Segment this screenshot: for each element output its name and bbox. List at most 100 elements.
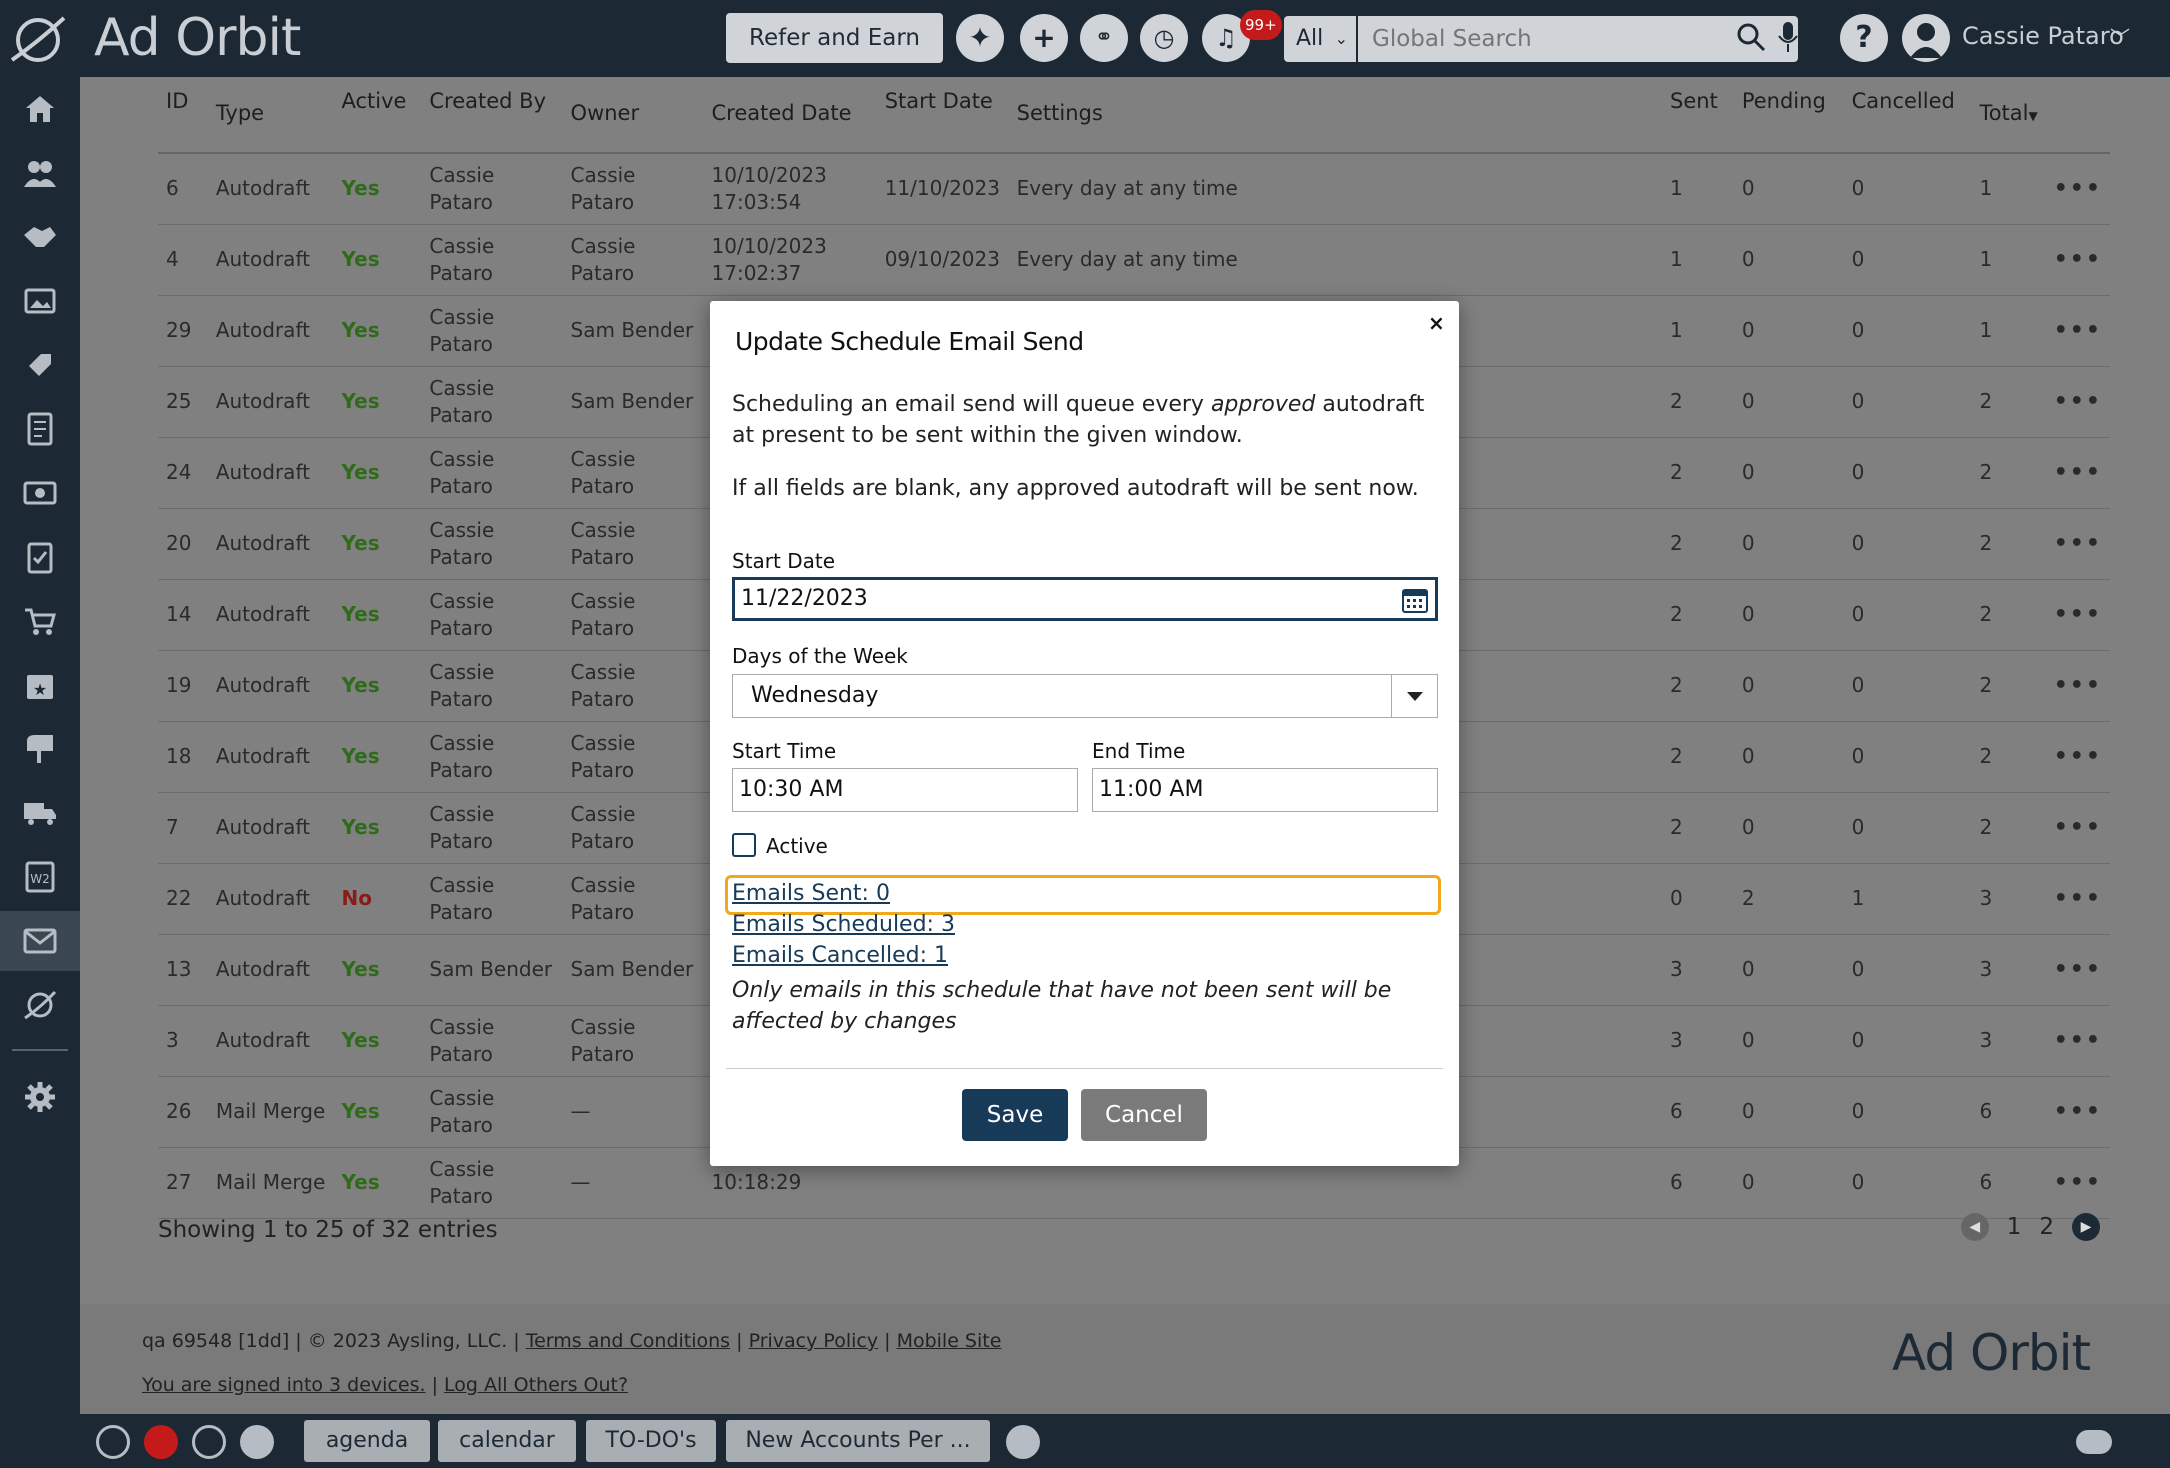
sidebar-email[interactable] <box>0 911 80 971</box>
next-page-icon[interactable]: ▶ <box>2072 1213 2100 1241</box>
global-search-input[interactable] <box>1358 16 1798 62</box>
row-actions-icon[interactable]: ••• <box>2045 721 2110 793</box>
col-total[interactable]: Total▼ <box>1971 77 2046 154</box>
start-date-label: Start Date <box>732 549 836 573</box>
brand-logo[interactable]: Ad Orbit <box>94 8 301 68</box>
active-checkbox[interactable] <box>732 833 756 857</box>
sidebar-delivery[interactable] <box>0 783 80 843</box>
col-cancelled[interactable]: Cancelled <box>1843 77 1972 154</box>
chat-icon[interactable] <box>192 1425 226 1459</box>
user-avatar[interactable] <box>1902 14 1950 62</box>
cell-active: Yes <box>333 579 422 651</box>
row-actions-icon[interactable]: ••• <box>2045 366 2110 438</box>
cell-cancelled: 0 <box>1843 224 1972 296</box>
emails-sent-link[interactable]: Emails Sent: 0 <box>732 881 890 906</box>
sidebar-events[interactable]: ★ <box>0 655 80 715</box>
page-2[interactable]: 2 <box>2039 1214 2054 1240</box>
mic-icon[interactable] <box>1776 20 1800 54</box>
sidebar-home[interactable] <box>0 79 80 139</box>
refer-and-earn-button[interactable]: Refer and Earn <box>726 13 943 63</box>
chevron-down-icon[interactable] <box>1391 675 1437 717</box>
col-sent[interactable]: Sent <box>1661 77 1734 154</box>
sidebar-tags[interactable] <box>0 335 80 395</box>
privacy-link[interactable]: Privacy Policy <box>749 1330 878 1352</box>
cell-owner: Sam Bender <box>562 934 704 1006</box>
cancel-button[interactable]: Cancel <box>1081 1089 1207 1141</box>
pencil-icon[interactable] <box>1006 1425 1040 1459</box>
col-start-date[interactable]: Start Date <box>876 77 1009 154</box>
sidebar-settings[interactable] <box>0 1067 80 1127</box>
user-name[interactable]: Cassie Pataro <box>1962 22 2124 50</box>
slack-icon[interactable] <box>240 1425 274 1459</box>
table-row[interactable]: 4 Autodraft Yes Cassie Pataro Cassie Pataro 1… <box>158 224 2110 296</box>
col-created-by[interactable]: Created By <box>421 77 563 154</box>
party-icon[interactable]: ✦ <box>956 14 1004 62</box>
sidebar-deals[interactable] <box>0 207 80 267</box>
row-actions-icon[interactable]: ••• <box>2045 792 2110 864</box>
toggle-icon[interactable] <box>2076 1430 2112 1454</box>
sidebar-payments[interactable] <box>0 463 80 523</box>
taskbar-tab-agenda[interactable]: agenda <box>304 1420 430 1462</box>
col-pending[interactable]: Pending <box>1733 77 1844 154</box>
history-icon[interactable]: ◷ <box>1140 14 1188 62</box>
cell-created-by: Cassie Pataro <box>421 508 563 580</box>
end-time-input[interactable]: 11:00 AM <box>1092 768 1438 812</box>
clock-icon[interactable] <box>96 1425 130 1459</box>
signed-in-devices-link[interactable]: You are signed into 3 devices. <box>142 1374 426 1396</box>
help-icon[interactable]: ? <box>1840 14 1888 62</box>
row-actions-icon[interactable]: ••• <box>2045 295 2110 367</box>
link-icon[interactable]: ⚭ <box>1080 14 1128 62</box>
row-actions-icon[interactable]: ••• <box>2045 863 2110 935</box>
emails-scheduled-link[interactable]: Emails Scheduled: 3 <box>732 912 955 937</box>
plus-icon[interactable]: + <box>1020 14 1068 62</box>
orbit-logo-icon[interactable] <box>8 12 68 68</box>
w2-icon: W2 <box>25 861 55 893</box>
taskbar-tab-calendar[interactable]: calendar <box>438 1420 576 1462</box>
col-owner[interactable]: Owner <box>562 77 704 154</box>
page-1[interactable]: 1 <box>2007 1214 2022 1240</box>
row-actions-icon[interactable]: ••• <box>2045 579 2110 651</box>
close-icon[interactable]: × <box>1428 311 1445 335</box>
col-type[interactable]: Type <box>207 77 334 154</box>
row-actions-icon[interactable]: ••• <box>2045 508 2110 580</box>
emails-cancelled-link[interactable]: Emails Cancelled: 1 <box>732 943 948 968</box>
start-time-input[interactable]: 10:30 AM <box>732 768 1078 812</box>
search-icon[interactable] <box>1736 22 1766 52</box>
sidebar-orbit[interactable] <box>0 975 80 1035</box>
days-of-week-select[interactable]: Wednesday <box>732 674 1438 718</box>
row-actions-icon[interactable]: ••• <box>2045 1076 2110 1148</box>
table-row[interactable]: 6 Autodraft Yes Cassie Pataro Cassie Pataro 1… <box>158 153 2110 225</box>
row-actions-icon[interactable]: ••• <box>2045 224 2110 296</box>
sidebar-contacts[interactable] <box>0 143 80 203</box>
row-actions-icon[interactable]: ••• <box>2045 437 2110 509</box>
mobile-site-link[interactable]: Mobile Site <box>897 1330 1002 1352</box>
row-actions-icon[interactable]: ••• <box>2045 1005 2110 1077</box>
log-others-out-link[interactable]: Log All Others Out? <box>444 1374 628 1396</box>
col-id[interactable]: ID <box>158 77 208 154</box>
sidebar-media[interactable] <box>0 271 80 331</box>
col-settings[interactable]: Settings <box>1008 77 1662 154</box>
sidebar-invoices[interactable] <box>0 399 80 459</box>
row-actions-icon[interactable]: ••• <box>2045 934 2110 1006</box>
user-menu-chevron-icon[interactable]: ﹀ <box>2110 22 2130 51</box>
sidebar-w2[interactable]: W2 <box>0 847 80 907</box>
email-alert-icon[interactable] <box>144 1425 178 1459</box>
calendar-icon[interactable] <box>1401 586 1429 614</box>
taskbar-tab-new-accounts[interactable]: New Accounts Per ... <box>726 1420 990 1462</box>
cell-owner: Cassie Pataro <box>562 650 704 722</box>
taskbar-tab-todos[interactable]: TO-DO's <box>586 1420 716 1462</box>
prev-page-icon[interactable]: ◀ <box>1960 1213 1989 1241</box>
search-scope-select[interactable]: All ⌄ <box>1284 16 1356 62</box>
sidebar-tasks[interactable] <box>0 527 80 587</box>
row-actions-icon[interactable]: ••• <box>2045 153 2110 225</box>
col-active[interactable]: Active <box>333 77 422 154</box>
col-created-date[interactable]: Created Date <box>703 77 877 154</box>
start-date-input[interactable]: 11/22/2023 <box>732 577 1438 621</box>
row-actions-icon[interactable]: ••• <box>2045 1147 2110 1219</box>
terms-link[interactable]: Terms and Conditions <box>526 1330 730 1352</box>
cell-id: 29 <box>158 295 208 367</box>
row-actions-icon[interactable]: ••• <box>2045 650 2110 722</box>
sidebar-mailbox[interactable] <box>0 719 80 779</box>
save-button[interactable]: Save <box>962 1089 1068 1141</box>
sidebar-orders[interactable] <box>0 591 80 651</box>
